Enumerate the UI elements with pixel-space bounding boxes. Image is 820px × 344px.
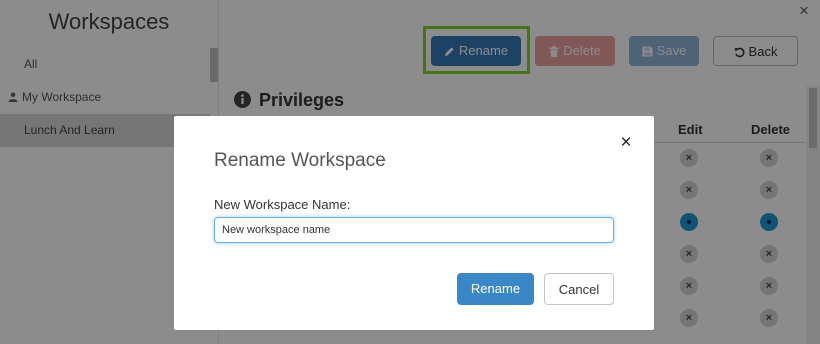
dialog-title: Rename Workspace: [214, 150, 386, 171]
dialog-close-icon[interactable]: ×: [617, 133, 635, 153]
dialog-cancel-button[interactable]: Cancel: [544, 273, 614, 305]
dialog-rename-button[interactable]: Rename: [457, 273, 534, 305]
workspace-name-input[interactable]: [214, 217, 614, 243]
rename-workspace-dialog: Rename Workspace × New Workspace Name: R…: [174, 116, 654, 330]
workspace-name-label: New Workspace Name:: [214, 197, 351, 212]
